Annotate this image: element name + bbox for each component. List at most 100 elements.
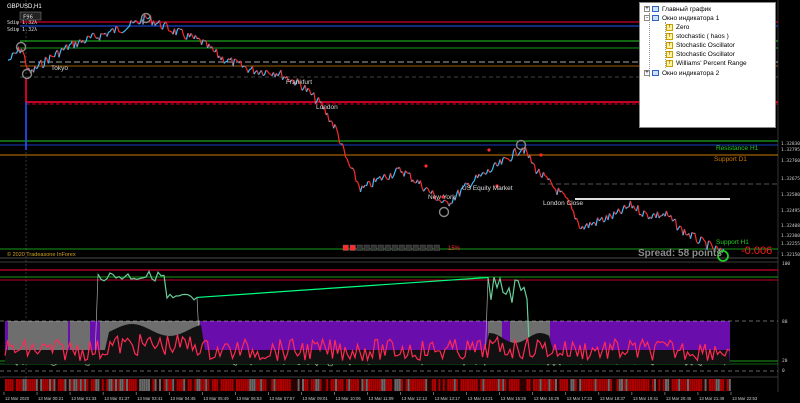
histogram-bar [35, 379, 38, 391]
histogram-bar [170, 379, 172, 391]
histogram-bar [73, 379, 76, 391]
histogram-bar [676, 379, 678, 391]
histogram-bar [601, 379, 604, 391]
tree-item-stochastic-haos[interactable]: f stochastic ( haos ) [666, 32, 729, 41]
data-window-panel[interactable]: + Главный график - Окно индикатора 1 f Zero… [639, 2, 776, 128]
histogram-bar [216, 379, 219, 391]
histogram-bar [519, 379, 522, 391]
histogram-bar [183, 379, 186, 391]
tree-toggle-collapse-icon[interactable]: - [644, 15, 650, 22]
histogram-bar [390, 379, 392, 391]
histogram-bar [167, 379, 170, 391]
histogram-bar [11, 379, 14, 391]
histogram-bar [196, 379, 199, 391]
histogram-bar [427, 379, 430, 391]
histogram-bar [350, 379, 353, 391]
progress-cell [419, 244, 426, 251]
progress-cell [405, 244, 412, 251]
time-axis-label: 13 Mar 07:57 [269, 396, 295, 401]
tree-item-williams-percent-range[interactable]: f Williams' Percent Range [666, 59, 747, 68]
histogram-bar [189, 379, 192, 391]
histogram-bar [561, 379, 564, 391]
tree-item-indicator-window-2[interactable]: + Окно индикатора 2 [644, 69, 719, 78]
histogram-bar [238, 379, 241, 391]
histogram-bar [128, 379, 131, 391]
histogram-bar [537, 379, 540, 391]
histogram-bar [194, 379, 197, 391]
histogram-bar [385, 379, 388, 391]
grey-block [70, 321, 90, 354]
histogram-bar [671, 379, 674, 391]
histogram-bar [412, 379, 414, 391]
histogram-bar [280, 379, 282, 391]
histogram-bar [315, 379, 318, 391]
histogram-bar [555, 379, 557, 391]
histogram-bar [229, 379, 232, 391]
histogram-bar [497, 379, 500, 391]
indicator-icon: f [666, 50, 673, 58]
tree-toggle-expand-icon[interactable]: + [644, 6, 650, 13]
histogram-bar [429, 379, 432, 391]
histogram-bar [711, 379, 714, 391]
time-axis-label: 13 Mar 22:53 [732, 396, 758, 401]
histogram-bar [139, 379, 142, 391]
histogram-bar [297, 379, 300, 391]
histogram-bar [645, 379, 648, 391]
histogram-bar [79, 379, 82, 391]
histogram-bar [431, 379, 434, 391]
histogram-bar [359, 379, 362, 391]
histogram-bar [484, 379, 487, 391]
tree-item-zero[interactable]: f Zero [666, 23, 689, 32]
spread-text: Spread: 58 points [638, 248, 722, 259]
histogram-bar [62, 379, 65, 391]
time-axis-label: 13 Mar 15:25 [501, 396, 527, 401]
badge-text: F96 [23, 15, 33, 21]
histogram-bar [451, 379, 454, 391]
histogram-bar [493, 379, 496, 391]
oscillator-axis-label: 20 [782, 358, 788, 364]
tree-item-stochastic-oscillator-1[interactable]: f Stochastic Oscillator [666, 41, 735, 50]
histogram-bar [363, 379, 366, 391]
histogram-bar [398, 379, 401, 391]
histogram-bar [152, 379, 155, 391]
histogram-bar [332, 379, 335, 391]
histogram-bar [207, 379, 210, 391]
histogram-bar [198, 379, 201, 391]
histogram-bar [713, 379, 716, 391]
histogram-bar [420, 379, 423, 391]
histogram-bar [665, 379, 667, 391]
tree-item-label: stochastic ( haos ) [676, 33, 729, 40]
tree-item-main-chart[interactable]: + Главный график [644, 5, 711, 14]
tree-toggle-expand-icon[interactable]: + [644, 70, 650, 77]
histogram-bar [462, 379, 465, 391]
histogram-bar [475, 379, 478, 391]
progress-cell [370, 244, 377, 251]
histogram-bar [317, 379, 320, 391]
histogram-bar [18, 379, 21, 391]
histogram-bar [662, 379, 665, 391]
time-axis-label: 13 Mar 05:49 [203, 396, 229, 401]
histogram-bar [623, 379, 626, 391]
histogram-bar [673, 379, 676, 391]
histogram-bar [361, 379, 364, 391]
histogram-bar [709, 379, 711, 391]
progress-cell [377, 244, 384, 251]
histogram-bar [269, 379, 271, 391]
tree-item-stochastic-oscillator-2[interactable]: f Stochastic Oscillator [666, 50, 735, 59]
histogram-bar [247, 379, 249, 391]
level-label-resistance-h1: Resistance H1 [716, 145, 759, 152]
histogram-bar [456, 379, 458, 391]
info-line-2: Sdiψ 1.32λ [7, 27, 37, 33]
histogram-bar [44, 379, 47, 391]
histogram-bar [341, 379, 344, 391]
histogram-bar [29, 379, 32, 391]
histogram-bar [502, 379, 505, 391]
histogram-bar [579, 379, 582, 391]
histogram-bar [511, 379, 513, 391]
histogram-bar [326, 379, 329, 391]
histogram-bar [544, 379, 546, 391]
histogram-bar [97, 379, 100, 391]
tree-item-indicator-window-1[interactable]: - Окно индикатора 1 [644, 14, 719, 23]
histogram-bar [405, 379, 408, 391]
histogram-bar [572, 379, 575, 391]
